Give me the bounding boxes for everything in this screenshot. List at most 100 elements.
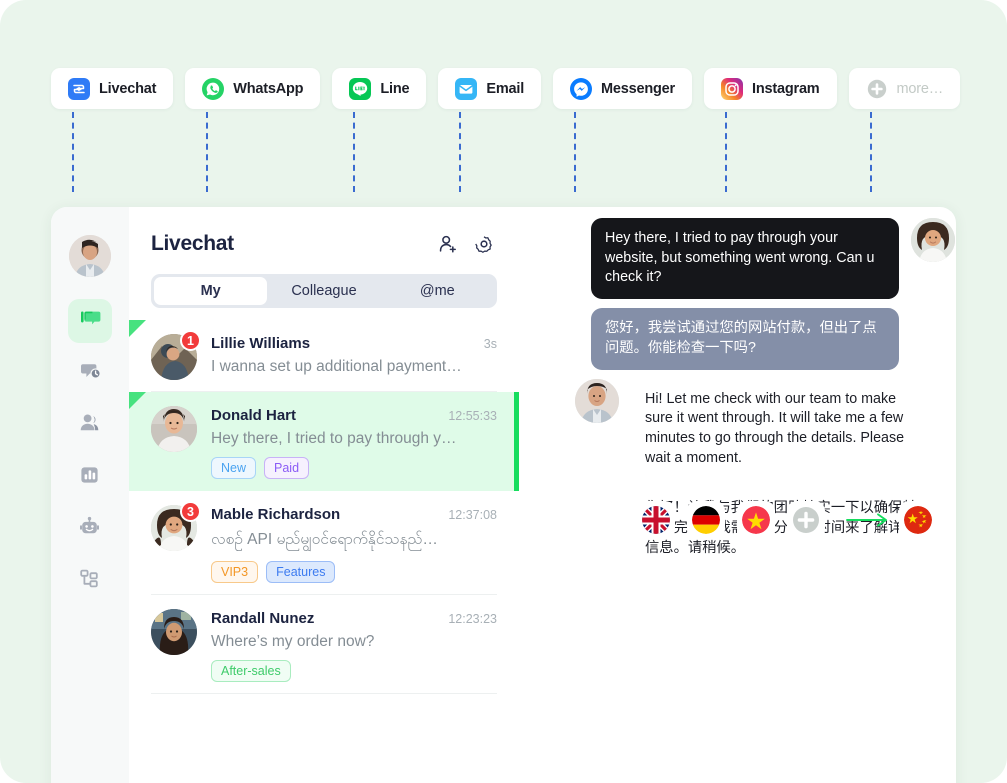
channel-tab-line[interactable]: Line [332, 68, 427, 109]
target-flag-china[interactable] [899, 501, 937, 539]
arrow-right-icon [837, 512, 899, 528]
row-divider [151, 693, 497, 694]
channel-tab-messenger[interactable]: Messenger [553, 68, 692, 109]
message-time: 12:23:23 [448, 612, 497, 626]
page-title: Livechat [151, 232, 234, 255]
agent-avatar [575, 378, 619, 423]
filter-tab-my[interactable]: My [154, 277, 268, 305]
channel-tab-label: Line [380, 80, 410, 97]
contact-name: Mable Richardson [211, 506, 341, 523]
unread-badge: 3 [180, 501, 201, 522]
rail-button-contacts[interactable] [68, 403, 112, 447]
channel-tab-label: Livechat [99, 80, 157, 97]
gear-icon[interactable] [471, 231, 497, 257]
source-flag-germany[interactable] [687, 501, 725, 539]
avatar [151, 406, 197, 452]
tag-vip[interactable]: VIP3 [211, 561, 259, 583]
app-mockup: Livechat WhatsApp Line Email Messenger Instag… [0, 0, 1007, 783]
analytics-icon [79, 464, 101, 491]
connector-line-6 [870, 112, 872, 192]
channel-tab-label: Messenger [601, 80, 675, 97]
conversation-list-item[interactable]: 3 Mable Richardson 12:37:08 လစဉ် API မည်မျွ… [129, 491, 519, 595]
tag-new[interactable]: New [211, 457, 257, 479]
channel-tab-more[interactable]: more… [848, 68, 961, 109]
connector-line-1 [206, 112, 208, 192]
source-flag-vietnam[interactable] [737, 501, 775, 539]
channel-tab-instagram[interactable]: Instagram [704, 68, 837, 109]
rail-button-chatbot[interactable] [68, 507, 112, 551]
whatsapp-icon [202, 77, 225, 100]
unread-corner-marker [129, 320, 146, 337]
conversation-list-item[interactable]: Donald Hart 12:55:33 Hey there, I tried to… [129, 392, 519, 491]
connector-line-2 [353, 112, 355, 192]
message-time: 3s [483, 337, 497, 351]
chat-message-outgoing-original: Hi! Let me check with our team to make s… [575, 378, 955, 480]
conversation-column: Livechat My Colleague @me 1 Lillie Willi… [129, 207, 519, 783]
channel-tab-label: Email [486, 80, 525, 97]
filter-tab-me[interactable]: @me [381, 277, 494, 305]
channel-tab-label: more… [896, 80, 944, 97]
channel-connector-lines [0, 112, 1007, 194]
chatbot-icon [79, 516, 101, 543]
message-time: 12:37:08 [448, 508, 497, 522]
channel-tab-livechat[interactable]: Livechat [51, 68, 174, 109]
rail-button-pending-chat[interactable] [68, 351, 112, 395]
chat-message-incoming-original: Hey there, I tried to pay through your w… [575, 218, 955, 300]
message-preview: Where’s my order now? [211, 633, 375, 650]
message-bubble: Hi! Let me check with our team to make s… [631, 378, 939, 480]
conversation-tags: VIP3 Features [211, 561, 497, 583]
channel-tab-email[interactable]: Email [438, 68, 542, 109]
tag-feat[interactable]: Features [266, 561, 336, 583]
message-bubble: Hey there, I tried to pay through your w… [591, 218, 899, 300]
source-add-language[interactable] [787, 501, 825, 539]
contacts-icon [79, 412, 101, 439]
flag-germany-icon [692, 506, 720, 534]
conversation-list-item[interactable]: Randall Nunez 12:23:23 Where’s my order no… [129, 595, 519, 694]
tag-paid[interactable]: Paid [264, 457, 310, 479]
add-language-icon [792, 506, 820, 534]
connector-line-4 [574, 112, 576, 192]
unread-badge: 1 [180, 330, 201, 351]
connector-line-5 [725, 112, 727, 192]
connector-line-0 [72, 112, 74, 192]
message-bubble: 您好，我尝试通过您的网站付款，但出了点问题。你能检查一下吗? [591, 308, 899, 370]
rail-button-analytics[interactable] [68, 455, 112, 499]
contact-name: Randall Nunez [211, 610, 315, 627]
source-flag-uk[interactable] [637, 501, 675, 539]
connector-line-3 [459, 112, 461, 192]
channel-tab-row: Livechat WhatsApp Line Email Messenger Instag… [51, 68, 961, 109]
email-icon [455, 77, 478, 100]
pending-chat-icon [79, 360, 101, 387]
selected-indicator-bar [514, 392, 519, 491]
tag-after[interactable]: After-sales [211, 660, 291, 682]
conversation-header: Livechat My Colleague @me [129, 207, 519, 308]
flag-china-icon [904, 506, 932, 534]
translation-language-bar [637, 501, 949, 539]
avatar [151, 609, 197, 655]
messenger-icon [570, 77, 593, 100]
customer-avatar [911, 218, 955, 262]
conversation-tags: New Paid [211, 457, 497, 479]
instagram-icon [721, 77, 743, 100]
plus-circle-icon [866, 78, 888, 100]
livechat-icon [68, 77, 90, 100]
rail-button-workflow[interactable] [68, 559, 112, 603]
chat-bubbles-icon [79, 308, 101, 335]
line-icon [349, 77, 372, 100]
contact-name: Lillie Williams [211, 335, 311, 352]
message-preview: Hey there, I tried to pay through y… [211, 430, 457, 447]
conversation-tags: After-sales [211, 660, 497, 682]
conversation-filter-tabs: My Colleague @me [151, 274, 497, 308]
message-preview: I wanna set up additional payment… [211, 358, 462, 375]
conversation-list[interactable]: 1 Lillie Williams 3s I wanna set up additio… [129, 320, 519, 783]
add-person-icon[interactable] [435, 231, 461, 257]
rail-button-chat-bubbles[interactable] [68, 299, 112, 343]
workflow-icon [79, 568, 101, 595]
channel-tab-whatsapp[interactable]: WhatsApp [185, 68, 321, 109]
agent-avatar[interactable] [69, 235, 111, 277]
flag-vietnam-icon [742, 506, 770, 534]
filter-tab-colleague[interactable]: Colleague [267, 277, 380, 305]
unread-corner-marker [129, 392, 146, 409]
chat-message-incoming-translation: 您好，我尝试通过您的网站付款，但出了点问题。你能检查一下吗? [575, 308, 955, 370]
conversation-list-item[interactable]: 1 Lillie Williams 3s I wanna set up additio… [129, 320, 519, 392]
